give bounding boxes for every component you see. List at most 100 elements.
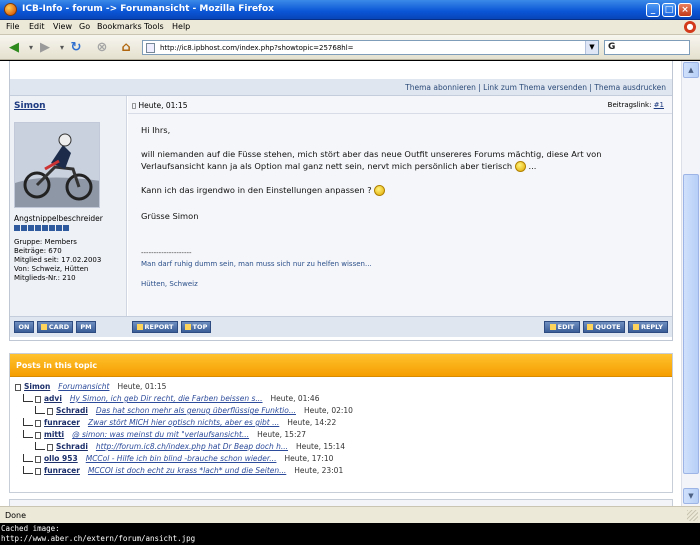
- user-member-no: Mitglieds-Nr.: 210: [14, 274, 76, 282]
- post-doc-icon: [47, 443, 53, 451]
- signature-divider: --------------------: [141, 249, 192, 257]
- tree-row-text[interactable]: MCCol - Hilfe ich bin blind -brauche sch…: [86, 454, 277, 463]
- forward-button-icon[interactable]: ▶: [36, 39, 54, 57]
- top-icon: [184, 324, 191, 330]
- scroll-up-icon[interactable]: ▲: [683, 62, 699, 78]
- home-icon[interactable]: ⌂: [117, 39, 135, 57]
- maximize-button[interactable]: □: [662, 3, 676, 17]
- report-button[interactable]: REPORT: [132, 321, 178, 333]
- tree-row-user[interactable]: ollo 953: [44, 454, 78, 463]
- back-button-icon[interactable]: ◀: [5, 39, 23, 57]
- google-icon: G: [608, 42, 616, 52]
- tree-row-user[interactable]: advi: [44, 394, 62, 403]
- page-content: Thema abonnieren | Link zum Thema versen…: [0, 61, 681, 506]
- tree-connector: [23, 454, 33, 462]
- edit-button[interactable]: EDIT: [544, 321, 580, 333]
- status-bar: Done: [0, 506, 700, 523]
- posts-in-topic-panel: Posts in this topic Simon Forumansicht Heu…: [9, 353, 673, 493]
- tree-row-text[interactable]: http://forum.ic8.ch/index.php hat Dr Bea…: [96, 442, 288, 451]
- post-author-column: Simon Angstnippelbeschreider Gruppe: Mem…: [10, 96, 127, 316]
- address-bar[interactable]: http://ic8.ipbhost.com/index.php?showtop…: [142, 40, 599, 55]
- tree-connector: [23, 394, 33, 402]
- tree-row-user[interactable]: mitti: [44, 430, 64, 439]
- menu-help[interactable]: Help: [172, 22, 190, 31]
- top-button[interactable]: TOP: [181, 321, 211, 333]
- tree-row[interactable]: ollo 953 MCCol - Hilfe ich bin blind -bra…: [23, 454, 333, 466]
- page-icon: [146, 43, 155, 53]
- card-icon: [40, 324, 47, 330]
- tree-connector: [35, 442, 45, 450]
- posts-in-topic-header: Posts in this topic: [10, 354, 672, 377]
- avatar: [14, 122, 100, 208]
- close-button[interactable]: ×: [678, 3, 692, 17]
- reply-button-label: REPLY: [640, 323, 664, 331]
- post-paragraph-2: Kann ich das irgendwo in den Einstellung…: [141, 184, 386, 196]
- tree-row-user[interactable]: funracer: [44, 466, 80, 475]
- report-button-label: REPORT: [144, 323, 174, 331]
- image-caption: Cached image: http://www.aber.ch/extern/…: [0, 523, 700, 545]
- tree-row[interactable]: funracer Zwar stört MICH hier optisch nic…: [23, 418, 336, 430]
- tree-row-text[interactable]: Zwar stört MICH hier optisch nichts, abe…: [88, 418, 279, 427]
- user-posts: Beiträge: 670: [14, 247, 62, 255]
- post-doc-icon: [35, 395, 41, 403]
- menu-tools[interactable]: Tools: [144, 22, 164, 31]
- user-group: Gruppe: Members: [14, 238, 77, 246]
- stop-icon[interactable]: ⊗: [93, 39, 111, 57]
- rank-pip-icon: [14, 225, 20, 231]
- online-button[interactable]: ON: [14, 321, 34, 333]
- scroll-thumb[interactable]: [683, 174, 699, 474]
- title-bar: ICB-Info - forum -> Forumansicht - Mozil…: [0, 0, 700, 20]
- tree-row[interactable]: Simon Forumansicht Heute, 01:15: [15, 382, 166, 394]
- chevron-down-icon[interactable]: ▼: [585, 41, 598, 54]
- tree-row-text[interactable]: Das hat schon mehr als genug überflüssig…: [96, 406, 296, 415]
- tree-row[interactable]: Schradi Das hat schon mehr als genug über…: [35, 406, 353, 418]
- post-date: ▯ Heute, 01:15: [132, 101, 187, 110]
- tree-row-text[interactable]: Hy Simon, ich geb Dir recht, die Farben …: [70, 394, 263, 403]
- user-title: Angstnippelbeschreider: [14, 214, 103, 223]
- tree-row-user[interactable]: Schradi: [56, 406, 88, 415]
- tree-row[interactable]: Schradi http://forum.ic8.ch/index.php hat…: [35, 442, 345, 454]
- rank-pip-icon: [21, 225, 27, 231]
- card-button[interactable]: CARD: [37, 321, 73, 333]
- reload-icon[interactable]: ↻: [67, 39, 85, 57]
- tree-row-time: Heute, 02:10: [303, 406, 353, 415]
- tree-row-text[interactable]: @ simon: was meinst du mit "verlaufsansi…: [72, 430, 249, 439]
- post-author-name[interactable]: Simon: [14, 101, 46, 111]
- reply-button[interactable]: REPLY: [628, 321, 668, 333]
- user-since: Mitglied seit: 17.02.2003: [14, 256, 102, 264]
- post-doc-icon: [35, 455, 41, 463]
- topic-options-links[interactable]: Thema abonnieren | Link zum Thema versen…: [405, 83, 666, 92]
- signature-quote: Man darf ruhig dumm sein, man muss sich …: [141, 260, 372, 268]
- caption-line-1: Cached image:: [1, 524, 60, 533]
- menu-go[interactable]: Go: [79, 22, 90, 31]
- tree-row-user[interactable]: Schradi: [56, 442, 88, 451]
- menu-view[interactable]: View: [53, 22, 72, 31]
- scroll-down-icon[interactable]: ▼: [683, 488, 699, 504]
- post-paragraph-1c-text: ...: [528, 161, 537, 171]
- tree-row-time: Heute, 15:14: [296, 442, 345, 451]
- menu-file[interactable]: File: [6, 22, 19, 31]
- tree-row[interactable]: funracer MCCOI ist doch echt zu krass *la…: [23, 466, 343, 478]
- post-signoff: Grüsse Simon: [141, 211, 199, 221]
- pm-button[interactable]: PM: [76, 321, 96, 333]
- quote-button[interactable]: QUOTE: [583, 321, 625, 333]
- rank-pip-icon: [63, 225, 69, 231]
- topic-options-bar: Thema abonnieren | Link zum Thema versen…: [10, 79, 672, 96]
- vertical-scrollbar[interactable]: ▲ ▼: [681, 61, 700, 506]
- tree-row-text[interactable]: MCCOI ist doch echt zu krass *lach* und …: [88, 466, 286, 475]
- menu-bookmarks[interactable]: Bookmarks: [97, 22, 142, 31]
- menu-edit[interactable]: Edit: [29, 22, 45, 31]
- tree-row-time: Heute, 17:10: [284, 454, 334, 463]
- tree-row[interactable]: mitti @ simon: was meinst du mit "verlauf…: [23, 430, 306, 442]
- search-input[interactable]: G: [604, 40, 690, 55]
- reply-icon: [632, 324, 639, 330]
- browser-window: ICB-Info - forum -> Forumansicht - Mozil…: [0, 0, 700, 545]
- tree-row-time: Heute, 14:22: [287, 418, 337, 427]
- tree-row[interactable]: advi Hy Simon, ich geb Dir recht, die Far…: [23, 394, 319, 406]
- tree-row-user[interactable]: funracer: [44, 418, 80, 427]
- resize-grip-icon[interactable]: [687, 510, 698, 521]
- tree-row-text[interactable]: Forumansicht: [58, 382, 109, 391]
- tree-row-user[interactable]: Simon: [24, 382, 50, 391]
- post-link-number[interactable]: #1: [654, 101, 664, 109]
- minimize-button[interactable]: _: [646, 3, 660, 17]
